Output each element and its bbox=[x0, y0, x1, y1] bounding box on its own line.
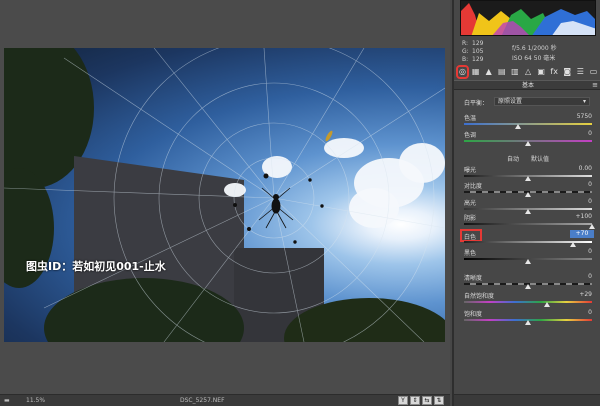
whites-value-input[interactable]: +70 bbox=[570, 230, 594, 238]
saturation-slider[interactable] bbox=[464, 319, 592, 325]
hsl-icon[interactable]: ▤ bbox=[497, 67, 506, 77]
highlights-slider[interactable] bbox=[464, 208, 592, 214]
r-value: 129 bbox=[472, 40, 484, 47]
photo-preview[interactable]: 图虫ID：若如初见001-止水 bbox=[4, 48, 445, 342]
highlights-value[interactable]: 0 bbox=[588, 198, 592, 205]
blacks-label: 黑色 bbox=[464, 250, 477, 257]
histogram[interactable] bbox=[460, 0, 596, 36]
highlights-slider-thumb[interactable] bbox=[525, 209, 531, 214]
exposure-slider-thumb[interactable] bbox=[525, 176, 531, 181]
aperture-shutter: f/5.6 1/2000 秒 bbox=[512, 45, 557, 52]
highlights-label: 高光 bbox=[464, 200, 477, 207]
zoom-minus-button[interactable]: ▬ bbox=[4, 397, 10, 404]
split-tone-icon[interactable]: ▥ bbox=[510, 67, 519, 77]
detail-icon[interactable]: △ bbox=[523, 67, 532, 77]
tint-slider[interactable] bbox=[464, 140, 592, 146]
saturation-value[interactable]: 0 bbox=[588, 309, 592, 316]
presets-icon[interactable]: ☰ bbox=[576, 67, 585, 77]
iso-focal: ISO 64 50 毫米 bbox=[512, 55, 556, 62]
camera-icon[interactable]: ◙ bbox=[563, 67, 572, 77]
view-compare-button[interactable]: ⇕ bbox=[410, 396, 420, 405]
clarity-label: 清晰度 bbox=[464, 275, 483, 282]
saturation-label: 饱和度 bbox=[464, 311, 483, 318]
grid-icon[interactable]: ▦ bbox=[471, 67, 480, 77]
vibrance-label: 自然饱和度 bbox=[464, 293, 495, 300]
exposure-label: 曝光 bbox=[464, 167, 477, 174]
camera-info: R: 129 G: 105 B: 129 f/5.6 1/2000 秒 ISO … bbox=[454, 38, 600, 64]
vibrance-slider[interactable] bbox=[464, 301, 592, 307]
view-mode-button[interactable]: Y bbox=[398, 396, 408, 405]
tint-slider-thumb[interactable] bbox=[525, 141, 531, 146]
shadows-slider-thumb[interactable] bbox=[589, 224, 595, 229]
shadows-value[interactable]: +100 bbox=[576, 213, 592, 220]
view-swap-button[interactable]: ⇆ bbox=[422, 396, 432, 405]
lens-icon[interactable]: ▣ bbox=[537, 67, 546, 77]
exposure-value[interactable]: 0.00 bbox=[579, 165, 592, 172]
mountain-icon[interactable]: ▲ bbox=[484, 67, 493, 77]
white-balance-select[interactable]: 原照设置 ▾ bbox=[494, 97, 590, 106]
shadows-slider[interactable] bbox=[464, 223, 595, 229]
fx-icon[interactable]: fx bbox=[550, 67, 559, 77]
snapshot-icon[interactable]: ▭ bbox=[589, 67, 598, 77]
contrast-slider[interactable] bbox=[464, 191, 592, 197]
view-copy-button[interactable]: ⇅ bbox=[434, 396, 444, 405]
r-label: R: bbox=[462, 40, 469, 47]
image-preview-area: 图虫ID：若如初见001-止水 bbox=[0, 0, 450, 394]
shadows-label: 阴影 bbox=[464, 215, 477, 222]
auto-links: 自动 默认值 bbox=[454, 154, 600, 163]
clarity-slider-thumb[interactable] bbox=[525, 284, 531, 289]
aperture-icon[interactable]: ◎ bbox=[455, 65, 470, 79]
tint-label: 色调 bbox=[464, 132, 477, 139]
section-title: 基本 bbox=[521, 82, 534, 89]
g-label: G: bbox=[462, 48, 469, 55]
whites-slider-thumb[interactable] bbox=[569, 242, 576, 247]
chevron-down-icon: ▾ bbox=[582, 98, 586, 105]
white-balance-value: 原照设置 bbox=[498, 98, 523, 105]
whites-slider[interactable] bbox=[464, 241, 592, 247]
b-label: B: bbox=[462, 56, 469, 63]
clarity-value[interactable]: 0 bbox=[588, 273, 592, 280]
contrast-value[interactable]: 0 bbox=[588, 181, 592, 188]
temp-label: 色温 bbox=[464, 115, 477, 122]
white-balance-label: 白平衡： bbox=[464, 100, 489, 107]
vibrance-slider-thumb[interactable] bbox=[543, 302, 550, 307]
raw-editor-window: 图虫ID：若如初见001-止水 ▬ 11.5% DSC_5257.NEF Y ⇕… bbox=[0, 0, 600, 406]
vibrance-value[interactable]: +29 bbox=[579, 291, 592, 298]
menu-icon[interactable]: ≡ bbox=[592, 81, 598, 90]
auto-link[interactable]: 自动 bbox=[507, 156, 519, 163]
exposure-slider[interactable] bbox=[464, 175, 592, 181]
photo-watermark: 图虫ID：若如初见001-止水 bbox=[26, 260, 166, 273]
blacks-slider[interactable] bbox=[464, 258, 592, 264]
g-value: 105 bbox=[472, 48, 484, 55]
blacks-value[interactable]: 0 bbox=[588, 248, 592, 255]
temp-slider-thumb[interactable] bbox=[514, 124, 521, 129]
tint-value[interactable]: 0 bbox=[588, 130, 592, 137]
contrast-label: 对比度 bbox=[464, 183, 483, 190]
b-value: 129 bbox=[472, 56, 484, 63]
clarity-slider[interactable] bbox=[464, 283, 592, 289]
status-bar: ▬ 11.5% DSC_5257.NEF Y ⇕ ⇆ ⇅ bbox=[0, 394, 450, 406]
temp-value[interactable]: 5750 bbox=[577, 113, 592, 120]
whites-label: 白色 bbox=[464, 234, 477, 241]
tool-tabs: ◎ ▦ ▲ ▤ ▥ △ ▣ fx ◙ ☰ ▭ bbox=[455, 65, 598, 79]
zoom-level[interactable]: 11.5% bbox=[26, 397, 45, 404]
saturation-slider-thumb[interactable] bbox=[525, 320, 531, 325]
blacks-slider-thumb[interactable] bbox=[525, 259, 531, 264]
section-header-basic: 基本 ≡ bbox=[454, 80, 600, 90]
default-link[interactable]: 默认值 bbox=[531, 156, 549, 163]
adjustment-panel: R: 129 G: 105 B: 129 f/5.6 1/2000 秒 ISO … bbox=[452, 0, 600, 406]
contrast-slider-thumb[interactable] bbox=[525, 192, 531, 197]
filename-label: DSC_5257.NEF bbox=[180, 397, 225, 404]
panel-footer bbox=[454, 394, 600, 406]
temp-slider[interactable] bbox=[464, 123, 592, 129]
